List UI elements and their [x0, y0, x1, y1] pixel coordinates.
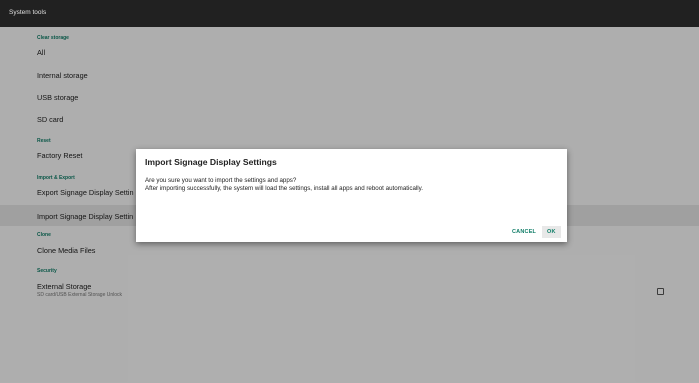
cancel-button[interactable]: CANCEL: [507, 226, 541, 238]
import-settings-dialog: Import Signage Display Settings Are you …: [136, 149, 567, 242]
title-bar: System tools: [0, 0, 699, 27]
app-title: System tools: [9, 9, 47, 16]
ok-button[interactable]: OK: [542, 226, 561, 238]
dialog-message: Are you sure you want to import the sett…: [145, 177, 423, 193]
dialog-title: Import Signage Display Settings: [145, 157, 277, 167]
dialog-message-line-1: Are you sure you want to import the sett…: [145, 177, 297, 184]
dialog-message-line-2: After importing successfully, the system…: [145, 185, 423, 192]
